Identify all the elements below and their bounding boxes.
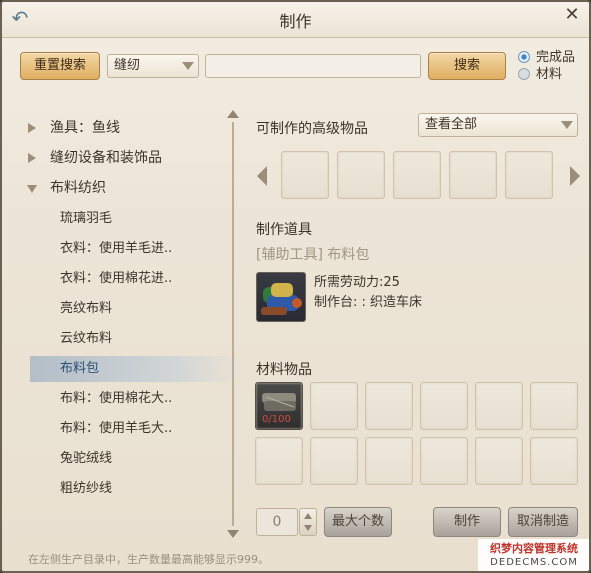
radio-unselected-icon [518, 68, 530, 80]
recipe-item[interactable]: 亮纹布料 [30, 296, 240, 322]
crafting-station: 制作台: : 织造车床 [314, 295, 423, 310]
advanced-item-slot[interactable] [505, 151, 553, 199]
material-slot[interactable] [530, 382, 578, 430]
increment-icon[interactable] [304, 513, 312, 519]
material-slot[interactable] [310, 437, 358, 485]
radio-material[interactable]: 材料 [518, 67, 562, 83]
radio-finished-label: 完成品 [536, 50, 576, 65]
view-filter-value: 查看全部 [425, 117, 478, 132]
recipe-item[interactable]: 粗纺纱线 [30, 476, 240, 502]
material-slot[interactable] [255, 437, 303, 485]
tree-category-label: 布料纺织 [50, 180, 106, 196]
material-count: 0/100 [262, 414, 291, 425]
material-slot[interactable] [420, 382, 468, 430]
material-slot[interactable] [475, 382, 523, 430]
tree-scrollbar[interactable] [227, 110, 239, 538]
material-slot[interactable] [420, 437, 468, 485]
view-filter-select[interactable]: 查看全部 [418, 113, 578, 137]
cloth-bundle-icon[interactable] [256, 272, 306, 322]
tree-category-label: 缝纫设备和装饰品 [50, 150, 162, 166]
recipe-item[interactable]: 云纹布料 [30, 326, 240, 352]
decrement-icon[interactable] [304, 525, 312, 531]
tool-section-title: 制作道具 [256, 222, 312, 238]
materials-section-title: 材料物品 [256, 362, 312, 378]
advanced-items-title: 可制作的高级物品 [256, 121, 368, 137]
watermark-line1: 织梦内容管理系统 [490, 542, 578, 555]
title-bar: ↶ 制作 ✕ [2, 2, 589, 38]
quantity-input[interactable]: 0 [256, 508, 298, 536]
scroll-down-icon[interactable] [227, 530, 239, 538]
advanced-item-slot[interactable] [281, 151, 329, 199]
scroll-track[interactable] [232, 122, 234, 526]
labor-requirement: 所需劳动力:25 [314, 275, 400, 290]
cancel-craft-button[interactable]: 取消制造 [508, 507, 578, 537]
recipe-item[interactable]: 兔驼绒线 [30, 446, 240, 472]
chevron-down-icon [182, 62, 194, 70]
radio-material-label: 材料 [536, 67, 563, 82]
radio-selected-icon [518, 51, 530, 63]
scroll-up-icon[interactable] [227, 110, 239, 118]
recipe-tree: 渔具：鱼线 缝纫设备和装饰品 布料纺织 琉璃羽毛 衣料：使用羊毛进.. 衣料：使… [8, 100, 244, 540]
carousel-next-icon[interactable] [570, 166, 580, 186]
recipe-item[interactable]: 衣料：使用棉花进.. [30, 266, 240, 292]
footer-note: 在左侧生产目录中，生产数量最高能够显示999。 [28, 553, 269, 566]
recipe-item[interactable]: 琉璃羽毛 [30, 206, 240, 232]
material-slot-filled[interactable]: 0/100 [255, 382, 303, 430]
window-title: 制作 [279, 12, 312, 31]
advanced-item-slot[interactable] [393, 151, 441, 199]
search-button[interactable]: 搜索 [428, 52, 506, 80]
chevron-down-icon [561, 121, 573, 129]
advanced-item-slot[interactable] [337, 151, 385, 199]
expand-arrow-icon [28, 123, 36, 133]
radio-finished-product[interactable]: 完成品 [518, 50, 575, 66]
category-select-value: 缝纫 [114, 58, 141, 73]
recipe-item-selected[interactable]: 布料包 [30, 356, 240, 382]
watermark: 织梦内容管理系统 DEDECMS.COM [478, 539, 589, 571]
recipe-item[interactable]: 布料：使用棉花大.. [30, 386, 240, 412]
expand-arrow-icon [28, 153, 36, 163]
search-input[interactable] [205, 54, 421, 78]
watermark-line2: DEDECMS.COM [490, 557, 578, 568]
quantity-stepper[interactable] [299, 508, 317, 536]
reset-search-button[interactable]: 重置搜索 [20, 52, 100, 80]
material-slot[interactable] [475, 437, 523, 485]
material-slot[interactable] [310, 382, 358, 430]
recipe-item[interactable]: 布料：使用羊毛大.. [30, 416, 240, 442]
advanced-item-slot[interactable] [449, 151, 497, 199]
craft-button[interactable]: 制作 [433, 507, 501, 537]
close-icon[interactable]: ✕ [561, 4, 583, 26]
carousel-prev-icon[interactable] [257, 166, 267, 186]
tree-category-label: 渔具：鱼线 [50, 120, 120, 136]
recipe-item[interactable]: 衣料：使用羊毛进.. [30, 236, 240, 262]
category-select[interactable]: 缝纫 [107, 54, 199, 78]
crafting-window: ↶ 制作 ✕ 重置搜索 缝纫 搜索 完成品 材料 渔具：鱼线 缝纫设备和装饰品 … [0, 0, 591, 573]
collapse-arrow-icon [27, 185, 37, 193]
material-slot[interactable] [365, 382, 413, 430]
material-slot[interactable] [365, 437, 413, 485]
max-quantity-button[interactable]: 最大个数 [324, 507, 392, 537]
material-slot[interactable] [530, 437, 578, 485]
tool-name: [辅助工具] 布料包 [256, 247, 370, 263]
